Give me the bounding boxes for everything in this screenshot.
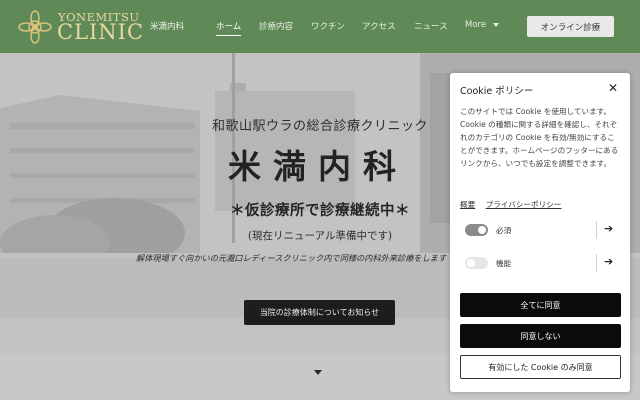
site-header: YONEMITSU CLINIC 米満内科 ホーム 診療内容 ワクチン アクセス… [0,0,640,53]
brand-subtitle: 米満内科 [150,22,185,32]
required-label: 必須 [496,226,512,235]
online-consultation-button[interactable]: オンライン診療 [527,16,614,37]
toggle-knob [478,226,486,234]
divider [596,221,597,239]
cookie-policy-dialog: Cookie ポリシー ✕ このサイトでは Cookie を使用しています。Co… [450,73,630,392]
decline-button[interactable]: 同意しない [460,324,621,348]
nav-home[interactable]: ホーム [216,20,242,36]
function-label: 機能 [496,259,512,268]
nav-services[interactable]: 診療内容 [259,20,293,32]
hero-title: 米満内科 [228,147,408,186]
required-toggle[interactable] [465,224,488,236]
nav-more-label: More [465,20,487,30]
hero-temporary-clinic-note: 解体現場すぐ向かいの元瀧口レディースクリニック内で同様の内科外来診療をします [136,253,447,263]
divider [596,254,597,272]
clinic-notice-button[interactable]: 当院の診療体制についてお知らせ [244,300,395,325]
accept-all-button[interactable]: 全てに同意 [460,293,621,317]
cookie-links: 概要 プライバシーポリシー [460,199,569,210]
nav-access[interactable]: アクセス [362,20,396,32]
scroll-down-icon[interactable] [314,370,322,375]
toggle-knob [467,259,475,267]
logo-main-text: CLINIC [57,20,145,44]
arrow-right-icon[interactable]: ➔ [604,222,613,235]
arrow-right-icon[interactable]: ➔ [604,255,613,268]
cookie-description: このサイトでは Cookie を使用しています。Cookie の種類に関する詳細… [460,107,619,169]
cookie-overview-link[interactable]: 概要 [460,200,475,209]
clinic-logo[interactable]: YONEMITSU CLINIC [18,7,148,47]
chevron-down-icon [492,22,499,27]
function-toggle[interactable] [465,257,488,269]
nav-news[interactable]: ニュース [414,20,448,32]
close-icon[interactable]: ✕ [608,81,618,95]
logo-mark-icon [18,10,52,44]
cookie-dialog-title: Cookie ポリシー [460,86,534,97]
cookie-row-function[interactable]: 機能 ➔ [460,252,622,274]
nav-more[interactable]: More [465,20,499,30]
accept-enabled-button[interactable]: 有効にした Cookie のみ同意 [460,355,621,379]
nav-vaccine[interactable]: ワクチン [311,20,345,32]
privacy-policy-link[interactable]: プライバシーポリシー [486,200,562,209]
cookie-row-required[interactable]: 必須 ➔ [460,219,622,241]
